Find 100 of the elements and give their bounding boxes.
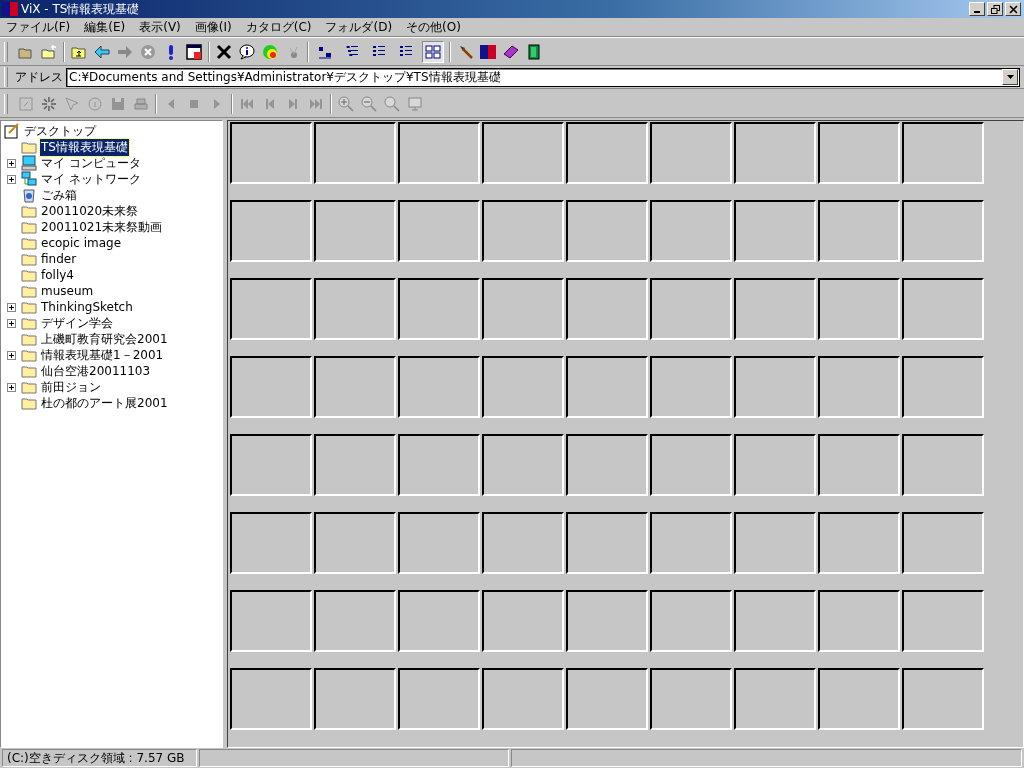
tree-item[interactable]: ecopic image xyxy=(40,236,123,250)
menu-item[interactable]: フォルダ(D) xyxy=(325,18,393,36)
thumbnail-frame[interactable] xyxy=(482,278,564,340)
thumbnail-frame[interactable] xyxy=(230,200,312,262)
thumbnail-frame[interactable] xyxy=(314,512,396,574)
tree-item[interactable]: 上磯町教育研究会2001 xyxy=(40,330,169,348)
tree-item[interactable]: finder xyxy=(40,252,78,266)
sparkle-icon[interactable] xyxy=(40,95,58,113)
tree-item[interactable]: 仙台空港20011103 xyxy=(40,362,152,380)
app-logo-icon[interactable] xyxy=(479,43,497,61)
menu-item[interactable]: カタログ(C) xyxy=(245,18,312,36)
thumbnail-frame[interactable] xyxy=(902,278,984,340)
tree-item[interactable]: ごみ箱 xyxy=(40,186,78,204)
thumbnail-frame[interactable] xyxy=(650,122,732,184)
thumbnail-frame[interactable] xyxy=(566,356,648,418)
thumbnail-frame[interactable] xyxy=(314,278,396,340)
thumbnail-frame[interactable] xyxy=(734,434,816,496)
color-ball-icon[interactable] xyxy=(261,43,279,61)
thumbnail-frame[interactable] xyxy=(818,200,900,262)
tree-item[interactable]: TS情報表現基礎 xyxy=(40,138,129,156)
thumbnail-frame[interactable] xyxy=(482,512,564,574)
thumbnail-frame[interactable] xyxy=(818,668,900,730)
expand-icon[interactable] xyxy=(7,158,16,168)
thumbnail-frame[interactable] xyxy=(734,512,816,574)
thumbnail-frame[interactable] xyxy=(398,434,480,496)
expand-icon[interactable] xyxy=(7,318,16,328)
thumbnail-frame[interactable] xyxy=(230,512,312,574)
thumbnail-frame[interactable] xyxy=(482,668,564,730)
tree-item[interactable]: デザイン学会 xyxy=(40,314,114,332)
expand-icon[interactable] xyxy=(7,350,16,360)
thumbnail-frame[interactable] xyxy=(734,356,816,418)
menu-item[interactable]: ファイル(F) xyxy=(6,18,71,36)
thumbnail-frame[interactable] xyxy=(818,590,900,652)
thumbnail-frame[interactable] xyxy=(398,278,480,340)
back-arrow-icon[interactable] xyxy=(93,43,111,61)
thumbnail-frame[interactable] xyxy=(566,122,648,184)
tree-item[interactable]: 前田ジョン xyxy=(40,378,102,396)
thumbnail-frame[interactable] xyxy=(314,668,396,730)
thumbnail-frame[interactable] xyxy=(734,122,816,184)
info-icon[interactable] xyxy=(238,43,256,61)
thumbnail-frame[interactable] xyxy=(566,278,648,340)
thumbnail-frame[interactable] xyxy=(482,434,564,496)
thumbnail-frame[interactable] xyxy=(650,434,732,496)
thumbnail-frame[interactable] xyxy=(398,668,480,730)
thumbnail-frame[interactable] xyxy=(398,356,480,418)
address-field[interactable]: C:¥Documents and Settings¥Administrator¥デスクトップ¥TS情報表現基礎 xyxy=(66,67,1020,87)
thumbnail-frame[interactable] xyxy=(482,200,564,262)
expand-icon[interactable] xyxy=(7,174,16,184)
new-folder-icon[interactable] xyxy=(40,43,58,61)
thumbnail-frame[interactable] xyxy=(734,278,816,340)
thumbnail-frame[interactable] xyxy=(482,590,564,652)
tree-item[interactable]: マイ ネットワーク xyxy=(40,170,142,188)
thumbnail-frame[interactable] xyxy=(314,200,396,262)
thumbnail-frame[interactable] xyxy=(314,434,396,496)
thumbnail-frame[interactable] xyxy=(482,356,564,418)
thumbnail-frame[interactable] xyxy=(230,668,312,730)
thumbnail-frame[interactable] xyxy=(230,590,312,652)
tree-item[interactable]: folly4 xyxy=(40,268,75,282)
thumbnail-frame[interactable] xyxy=(566,200,648,262)
thumbnail-frame[interactable] xyxy=(734,590,816,652)
thumbnail-frame[interactable] xyxy=(230,278,312,340)
stop-icon[interactable] xyxy=(139,43,157,61)
thumbnail-frame[interactable] xyxy=(734,200,816,262)
view-mode-button[interactable] xyxy=(422,41,444,63)
menu-item[interactable]: 画像(I) xyxy=(194,18,232,36)
thumbnail-frame[interactable] xyxy=(398,200,480,262)
thumbnail-frame[interactable] xyxy=(314,590,396,652)
thumbnail-frame[interactable] xyxy=(902,200,984,262)
thumbnail-frame[interactable] xyxy=(902,668,984,730)
thumbnail-frame[interactable] xyxy=(230,356,312,418)
tree-item[interactable]: マイ コンピュータ xyxy=(40,154,142,172)
thumbnail-frame[interactable] xyxy=(230,434,312,496)
restore-button[interactable] xyxy=(987,2,1003,16)
close-button[interactable] xyxy=(1005,2,1021,16)
tree-item[interactable]: 杜の都のアート展2001 xyxy=(40,394,169,412)
menu-item[interactable]: 編集(E) xyxy=(84,18,126,36)
thumbnail-frame[interactable] xyxy=(818,278,900,340)
thumbnail-frame[interactable] xyxy=(650,278,732,340)
thumbnail-frame[interactable] xyxy=(482,122,564,184)
menu-item[interactable]: その他(O) xyxy=(406,18,461,36)
thumbnail-frame[interactable] xyxy=(314,122,396,184)
thumbnail-frame[interactable] xyxy=(902,356,984,418)
thumbnail-frame[interactable] xyxy=(566,434,648,496)
thumbnail-frame[interactable] xyxy=(902,590,984,652)
thumbnail-frame[interactable] xyxy=(818,356,900,418)
window-layout-icon[interactable] xyxy=(185,43,203,61)
thumbnail-frame[interactable] xyxy=(902,512,984,574)
thumbnail-frame[interactable] xyxy=(650,356,732,418)
thumbnail-frame[interactable] xyxy=(650,668,732,730)
thumbnail-frame[interactable] xyxy=(902,122,984,184)
thumbnail-frame[interactable] xyxy=(398,512,480,574)
delete-icon[interactable] xyxy=(215,43,233,61)
thumbnail-frame[interactable] xyxy=(734,668,816,730)
thumbnail-frame[interactable] xyxy=(818,512,900,574)
tree-item[interactable]: 20011021未来祭動画 xyxy=(40,218,164,236)
tree-item[interactable]: museum xyxy=(40,284,95,298)
thumbnail-frame[interactable] xyxy=(818,434,900,496)
tree-item[interactable]: 20011020未来祭 xyxy=(40,202,140,220)
thumbnail-frame[interactable] xyxy=(566,590,648,652)
thumbnail-frame[interactable] xyxy=(650,512,732,574)
